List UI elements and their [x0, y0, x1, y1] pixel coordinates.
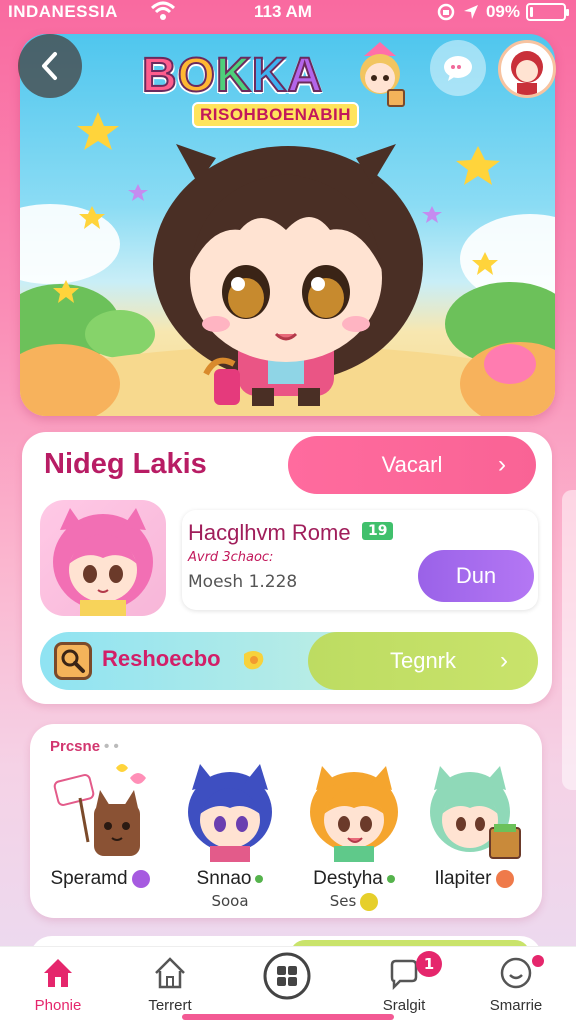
logo-mascot-icon	[360, 42, 405, 107]
status-badge	[495, 869, 514, 888]
nav-label-sralgit: Sralgit	[382, 997, 426, 1014]
community-label: Prcsne • •	[50, 738, 119, 755]
section-title: Nideg Lakis	[44, 448, 207, 480]
character-portrait-icon	[53, 508, 153, 616]
nav-item-smarrie[interactable]: Smarrie	[466, 953, 566, 1015]
status-badge	[360, 892, 379, 911]
grid-icon	[263, 952, 311, 1000]
character-card[interactable]: Snnao Sooa	[170, 758, 290, 910]
sparkle-icon	[244, 651, 264, 670]
vaccari-button-label: Vacarl	[381, 452, 443, 477]
logo-title: BOKKA	[141, 49, 324, 102]
chevron-right-icon: ›	[500, 647, 508, 674]
edge-handle[interactable]	[562, 490, 576, 790]
entry-badge: 19	[362, 522, 394, 540]
nav-label-home: Phonie	[34, 997, 82, 1014]
character-card[interactable]: Speramd	[40, 758, 160, 908]
dots-icon: • •	[104, 738, 119, 755]
location-icon	[463, 5, 478, 19]
clock: 113 AM	[254, 2, 312, 21]
nav-item-sralgit[interactable]: 1 Sralgit	[354, 951, 454, 1015]
home-indicator	[182, 1014, 394, 1020]
logo-subtitle: RISOHBOENABIH	[192, 102, 360, 128]
character-4-name: Ilapiter	[414, 868, 534, 890]
entry-meta: Moesh 1.228	[188, 572, 298, 592]
battery-icon	[526, 3, 569, 21]
chat-bubble-icon	[444, 56, 472, 81]
community-label-text: Prcsne	[50, 738, 101, 755]
strip-label: Reshoecbo	[102, 646, 221, 671]
nav-item-grid[interactable]	[238, 952, 338, 1015]
nav-item-terrert[interactable]: Terrert	[120, 953, 220, 1015]
action-strip[interactable]: Reshoecbo Tegnrk ›	[40, 632, 538, 690]
character-2-portrait-icon	[188, 764, 272, 862]
character-2-name: Snnao	[170, 868, 290, 890]
character-card[interactable]: Destyha Ses	[294, 758, 414, 911]
search-icon	[54, 642, 92, 680]
avatar-icon	[511, 51, 543, 95]
house-outline-icon	[155, 957, 185, 989]
chevron-right-icon: ›	[498, 451, 506, 478]
vaccari-button[interactable]: Vacarl ›	[288, 436, 536, 494]
character-1-portrait-icon	[53, 764, 146, 856]
character-3-sub: Ses	[294, 892, 414, 911]
wifi-icon	[150, 0, 176, 27]
battery-percent: 09%	[485, 2, 520, 21]
rotation-lock-icon	[437, 3, 455, 21]
nav-label-terrert: Terrert	[148, 997, 192, 1014]
game-logo: BOKKA RISOHBOENABIH	[141, 42, 405, 142]
chevron-left-icon	[42, 52, 57, 80]
carrier-name: INDANESSIA	[8, 2, 118, 21]
main-card: Nideg Lakis Vacarl › Hacglhvm Rome 19 Av…	[22, 432, 552, 704]
character-card[interactable]: Ilapiter	[414, 758, 534, 908]
bubble-icon	[500, 957, 532, 989]
entry-name: Hacglhvm Rome	[188, 520, 351, 545]
nav-item-home[interactable]: Phonie	[8, 953, 108, 1015]
join-button[interactable]: Dun	[418, 550, 534, 602]
character-3-portrait-icon	[310, 766, 398, 862]
tegnrk-button[interactable]: Tegnrk ›	[308, 632, 538, 690]
character-2-sub: Sooa	[211, 892, 249, 910]
game-app-icon[interactable]	[40, 500, 166, 616]
home-icon	[44, 959, 72, 987]
character-4-portrait-icon	[430, 766, 521, 859]
status-badge	[386, 874, 395, 883]
profile-avatar[interactable]	[498, 40, 556, 98]
community-card: Prcsne • • Speramd Snnao Sooa Destyha Se…	[30, 724, 542, 918]
entry-panel: Hacglhvm Rome 19 Avrd 3chaoc: Moesh 1.22…	[182, 510, 538, 610]
chat-button[interactable]	[430, 40, 486, 96]
nav-label-smarrie: Smarrie	[489, 997, 543, 1014]
notification-badge: 1	[416, 951, 442, 977]
status-badge	[255, 874, 264, 883]
back-button[interactable]	[18, 34, 82, 98]
notification-dot	[532, 955, 544, 967]
status-bar: INDANESSIA 113 AM 09%	[0, 0, 576, 26]
bottom-nav: Phonie Terrert 1 Sralgit Smarrie	[0, 946, 576, 1024]
join-button-label: Dun	[455, 563, 497, 588]
character-1-name: Speramd	[40, 868, 160, 890]
entry-subtitle: Avrd 3chaoc:	[188, 550, 274, 565]
tegnrk-button-label: Tegnrk	[389, 648, 457, 673]
status-badge	[131, 869, 150, 888]
character-3-name: Destyha	[294, 868, 414, 890]
